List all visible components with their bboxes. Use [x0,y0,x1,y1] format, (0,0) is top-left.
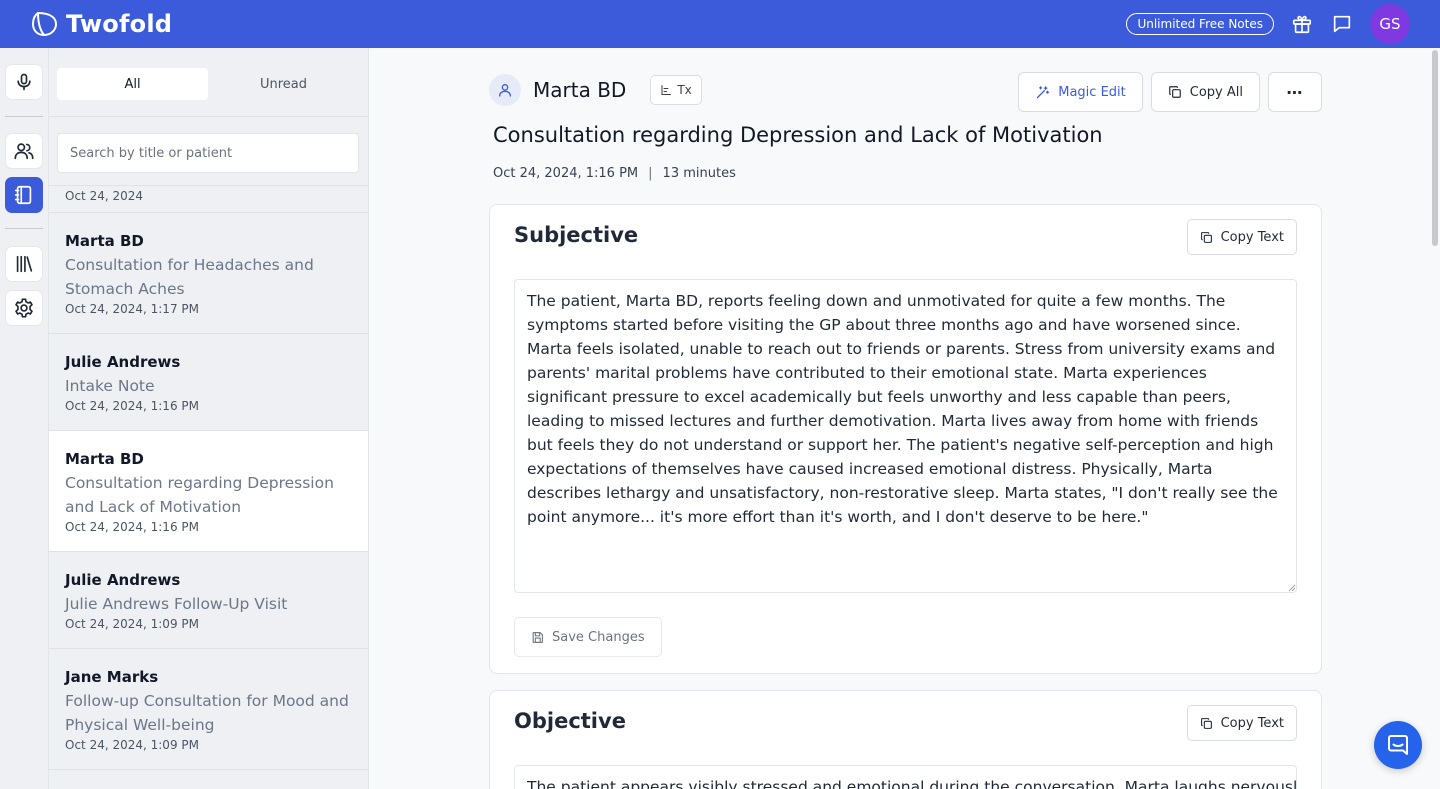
patients-button[interactable] [5,133,43,169]
copy-icon [1200,717,1212,729]
copy-icon [1168,86,1181,98]
record-button[interactable] [5,64,43,100]
copy-text-label: Copy Text [1220,715,1284,731]
users-icon [14,143,34,160]
note-datetime: Oct 24, 2024, 1:16 PM [493,166,639,181]
section-card-objective: Objective Copy Text The patient appears … [489,690,1322,789]
save-changes-label: Save Changes [552,629,645,645]
note-date: Oct 24, 2024, 1:09 PM [65,738,199,752]
chat-icon [1388,735,1408,755]
list-item[interactable]: Julie Andrews Julie Andrews Follow-Up Vi… [49,552,368,649]
magic-wand-icon [1037,85,1050,98]
copy-icon [1200,231,1212,243]
user-avatar[interactable]: GS [1370,4,1410,44]
note-date: Oct 24, 2024, 1:09 PM [65,617,199,631]
note-date: Oct 24, 2024, 1:16 PM [65,520,199,534]
note-patient-name: Julie Andrews [65,571,181,589]
section-heading: Subjective [514,223,639,247]
library-icon [16,255,33,273]
unlimited-notes-badge[interactable]: Unlimited Free Notes [1126,13,1274,35]
note-title: Consultation for Headaches and Stomach A… [65,256,314,298]
copy-text-label: Copy Text [1220,229,1284,245]
user-icon [499,84,511,97]
notebook-icon [14,185,32,205]
settings-button[interactable] [5,290,43,326]
notes-button[interactable] [5,177,43,213]
list-item[interactable]: Julie Andrews Intake Note Oct 24, 2024, … [49,334,368,431]
note-title: Julie Andrews Follow-Up Visit [65,595,288,613]
section-textarea[interactable]: The patient appears visibly stressed and… [514,765,1297,789]
note-title: Intake Note [65,377,155,395]
note-date: Oct 24, 2024, 1:17 PM [65,302,199,316]
patient-avatar[interactable] [489,74,521,106]
note-actions: Magic Edit Copy All ⋯ [1018,72,1322,112]
magic-edit-button[interactable]: Magic Edit [1018,72,1143,112]
save-changes-button[interactable]: Save Changes [514,617,662,657]
note-meta: Oct 24, 2024, 1:16 PM | 13 minutes [493,166,736,181]
meta-separator: | [648,166,653,181]
gear-icon [15,298,33,318]
magic-edit-label: Magic Edit [1058,84,1126,100]
copy-all-label: Copy All [1189,84,1243,100]
app-name: Twofold [66,10,173,38]
library-button[interactable] [5,246,43,282]
section-card-subjective: Subjective Copy Text The patient, Marta … [489,204,1322,674]
note-patient-name: Julie Andrews [65,353,181,371]
copy-text-button[interactable]: Copy Text [1186,705,1297,741]
list-item[interactable]: Jane Marks Follow-up Consultation for Mo… [49,649,368,770]
brand[interactable]: Twofold [30,10,172,38]
twofold-logo-icon [31,11,58,37]
copy-all-button[interactable]: Copy All [1150,72,1260,112]
save-icon [532,631,543,643]
patient-name: Marta BD [533,78,627,102]
note-title: Consultation regarding Depression and La… [65,474,334,516]
gift-icon[interactable] [1290,12,1314,36]
note-title: Follow-up Consultation for Mood and Phys… [65,692,349,734]
section-textarea[interactable]: The patient, Marta BD, reports feeling d… [514,279,1297,593]
chart-icon [661,85,672,95]
message-icon[interactable] [1330,12,1354,36]
date-group-label: Oct 24, 2024 [65,189,143,203]
top-bar: Twofold Unlimited Free Notes GS [0,0,1440,48]
note-duration: 13 minutes [662,166,736,181]
list-item-selected[interactable]: Marta BD Consultation regarding Depressi… [49,431,368,552]
support-chat-button[interactable] [1374,721,1422,769]
more-icon: ⋯ [1286,82,1304,102]
scrollbar[interactable] [1432,50,1438,246]
copy-text-button[interactable]: Copy Text [1186,219,1297,255]
note-date: Oct 24, 2024, 1:16 PM [65,399,199,413]
list-item[interactable]: Marta BD Consultation for Headaches and … [49,213,368,334]
note-filter-tabs: All Unread [57,68,359,100]
microphone-icon [17,73,31,91]
icon-rail [0,48,49,789]
note-title-heading: Consultation regarding Depression and La… [493,123,1103,147]
patient-header: Marta BD Tx [489,74,702,106]
resize-handle-icon[interactable] [1288,584,1296,592]
note-patient-name: Marta BD [65,450,144,468]
section-heading: Objective [514,709,626,733]
treatment-button[interactable]: Tx [650,75,702,105]
treatment-label: Tx [677,83,692,97]
search-input[interactable] [57,133,359,173]
tab-all[interactable]: All [57,68,208,100]
more-options-button[interactable]: ⋯ [1268,72,1322,112]
note-list-panel: All Unread Oct 24, 2024 Marta BD Consult… [49,48,369,789]
note-detail: Marta BD Tx Magic Edit Copy All ⋯ Consul… [369,48,1440,789]
note-patient-name: Marta BD [65,232,144,250]
tab-unread[interactable]: Unread [208,68,359,100]
note-patient-name: Jane Marks [65,668,159,686]
